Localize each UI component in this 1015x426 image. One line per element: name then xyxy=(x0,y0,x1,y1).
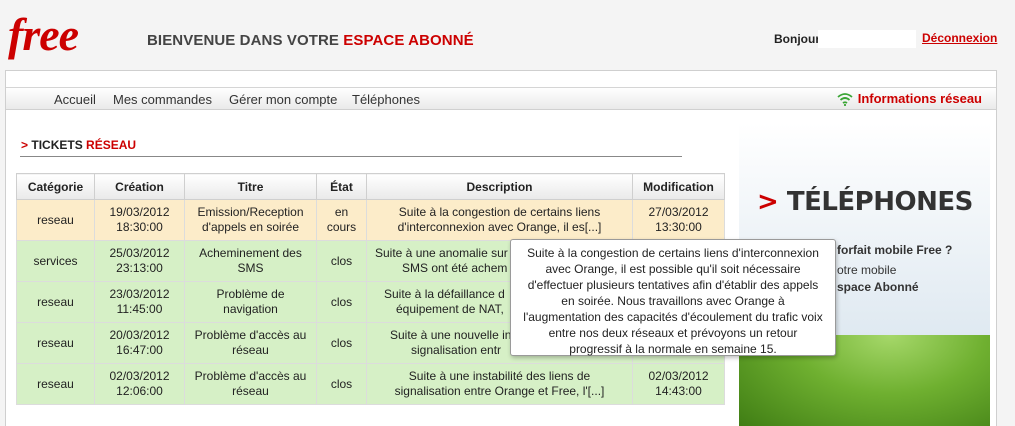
welcome-highlight: ESPACE ABONNÉ xyxy=(343,32,474,49)
cell-creation: 02/03/2012 12:06:00 xyxy=(94,363,185,405)
banner-arrow: > xyxy=(757,187,779,217)
cell-creation: 19/03/2012 18:30:00 xyxy=(94,199,185,241)
cell-creation: 25/03/2012 23:13:00 xyxy=(94,240,185,282)
cell-titre: Problème d'accès au réseau xyxy=(184,322,317,364)
banner-line-1: forfait mobile Free ? xyxy=(837,243,953,257)
main-frame: Accueil Mes commandes Gérer mon compte T… xyxy=(5,70,997,426)
col-header-titre[interactable]: Titre xyxy=(184,173,317,200)
nav-item-gerer-compte[interactable]: Gérer mon compte xyxy=(229,92,337,107)
section-divider xyxy=(20,156,682,157)
col-header-categorie[interactable]: Catégorie xyxy=(16,173,95,200)
col-header-etat[interactable]: État xyxy=(316,173,367,200)
network-info-link[interactable]: Informations réseau xyxy=(837,91,982,106)
wifi-icon xyxy=(837,92,853,106)
cell-titre: Emission/Reception d'appels en soirée xyxy=(184,199,317,241)
table-row[interactable]: reseau 19/03/2012 18:30:00 Emission/Recep… xyxy=(16,199,725,241)
cell-etat: clos xyxy=(316,322,367,364)
banner-title-text: TÉLÉPHONES xyxy=(786,187,974,217)
username-box xyxy=(818,30,916,48)
network-info-label: Informations réseau xyxy=(857,91,982,106)
banner-title: > TÉLÉPHONES xyxy=(757,187,973,217)
col-header-creation[interactable]: Création xyxy=(94,173,185,200)
cell-etat: clos xyxy=(316,281,367,323)
cell-etat: clos xyxy=(316,240,367,282)
cell-categorie: reseau xyxy=(16,363,95,405)
free-logo[interactable]: free xyxy=(8,12,79,58)
col-header-description[interactable]: Description xyxy=(366,173,633,200)
page-header: free BIENVENUE DANS VOTRE ESPACE ABONNÉ … xyxy=(0,0,1015,70)
cell-categorie: services xyxy=(16,240,95,282)
cell-description[interactable]: Suite à une instabilité des liens de sign… xyxy=(366,363,633,405)
section-title: > TICKETS RÉSEAU xyxy=(21,138,136,152)
cell-modification: 27/03/2012 13:30:00 xyxy=(632,199,725,241)
main-nav: Accueil Mes commandes Gérer mon compte T… xyxy=(6,87,996,110)
nav-item-accueil[interactable]: Accueil xyxy=(54,92,96,107)
cell-modification: 02/03/2012 14:43:00 xyxy=(632,363,725,405)
cell-creation: 23/03/2012 11:45:00 xyxy=(94,281,185,323)
cell-titre: Problème de navigation xyxy=(184,281,317,323)
banner-line-3: space Abonné xyxy=(837,280,919,294)
cell-categorie: reseau xyxy=(16,322,95,364)
banner-line-2: otre mobile xyxy=(837,263,897,277)
cell-categorie: reseau xyxy=(16,281,95,323)
cell-titre: Acheminement des SMS xyxy=(184,240,317,282)
welcome-banner: BIENVENUE DANS VOTRE ESPACE ABONNÉ xyxy=(147,32,474,49)
section-title-prefix: TICKETS xyxy=(31,138,87,152)
welcome-prefix: BIENVENUE DANS VOTRE xyxy=(147,32,344,49)
section-arrow: > xyxy=(21,138,29,152)
logout-link[interactable]: Déconnexion xyxy=(922,31,997,45)
greeting-label: Bonjour xyxy=(774,32,820,46)
cell-etat: clos xyxy=(316,363,367,405)
cell-description[interactable]: Suite à la congestion de certains liens d… xyxy=(366,199,633,241)
description-tooltip: Suite à la congestion de certains liens … xyxy=(510,239,836,356)
nav-item-telephones[interactable]: Téléphones xyxy=(352,92,420,107)
section-title-highlight: RÉSEAU xyxy=(86,138,137,152)
nav-item-mes-commandes[interactable]: Mes commandes xyxy=(113,92,212,107)
cell-titre: Problème d'accès au réseau xyxy=(184,363,317,405)
table-row[interactable]: reseau 02/03/2012 12:06:00 Problème d'acc… xyxy=(16,363,725,405)
col-header-modification[interactable]: Modification xyxy=(632,173,725,200)
cell-etat: en cours xyxy=(316,199,367,241)
table-header-row: Catégorie Création Titre État Descriptio… xyxy=(16,173,725,200)
cell-creation: 20/03/2012 16:47:00 xyxy=(94,322,185,364)
cell-categorie: reseau xyxy=(16,199,95,241)
